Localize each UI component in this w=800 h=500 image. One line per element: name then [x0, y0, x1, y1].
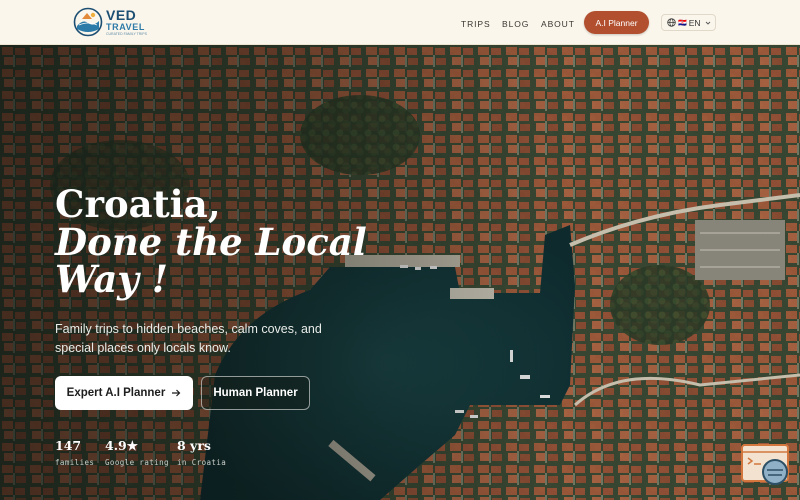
- hero-title: Croatia, Done the Local Way !: [55, 182, 367, 302]
- chevron-down-icon: [705, 21, 710, 25]
- logo-title: VED: [106, 6, 137, 23]
- stat-label: families: [55, 458, 95, 467]
- stat-value: 147: [55, 438, 82, 453]
- globe-logo-icon: [73, 7, 103, 37]
- chat-widget-icon[interactable]: [741, 444, 791, 486]
- language-flag: 🇭🇷: [678, 19, 687, 27]
- stat-label: Google rating: [105, 458, 169, 467]
- globe-icon: [667, 18, 676, 27]
- nav-link-blog[interactable]: BLOG: [502, 19, 529, 29]
- hero-subtitle: Family trips to hidden beaches, calm cov…: [55, 322, 322, 356]
- expert-ai-planner-button[interactable]: Expert A.I Planner: [55, 376, 193, 410]
- stat-value: 4.9★: [105, 438, 138, 453]
- nav-link-trips[interactable]: TRIPS: [461, 19, 491, 29]
- hero-title-line1: Croatia,: [55, 182, 221, 226]
- stat-rating: 4.9★ Google rating: [105, 438, 169, 467]
- expert-ai-planner-label: Expert A.I Planner: [66, 387, 166, 399]
- hero-title-line2: Done the Local: [55, 219, 367, 264]
- stat-families: 147 families: [55, 438, 94, 467]
- language-code: EN: [688, 17, 701, 28]
- logo-tagline: CURATED FAMILY TRIPS: [106, 31, 147, 36]
- site-header: VED TRAVEL CURATED FAMILY TRIPS TRIPS BL…: [0, 0, 800, 45]
- language-selector[interactable]: 🇭🇷 EN: [661, 14, 716, 31]
- human-planner-button[interactable]: Human Planner: [201, 376, 310, 410]
- ai-planner-button[interactable]: A.I Planner: [584, 11, 649, 34]
- hero-title-line3: Way !: [55, 257, 168, 302]
- nav-link-about[interactable]: ABOUT: [541, 19, 575, 29]
- stat-years: 8 yrs in Croatia: [177, 438, 226, 467]
- site-logo[interactable]: VED TRAVEL CURATED FAMILY TRIPS: [73, 6, 147, 38]
- arrow-right-icon: [172, 389, 181, 397]
- logo-subtitle: TRAVEL: [106, 21, 145, 32]
- stat-label: in Croatia: [177, 458, 227, 467]
- stat-value: 8 yrs: [177, 438, 211, 453]
